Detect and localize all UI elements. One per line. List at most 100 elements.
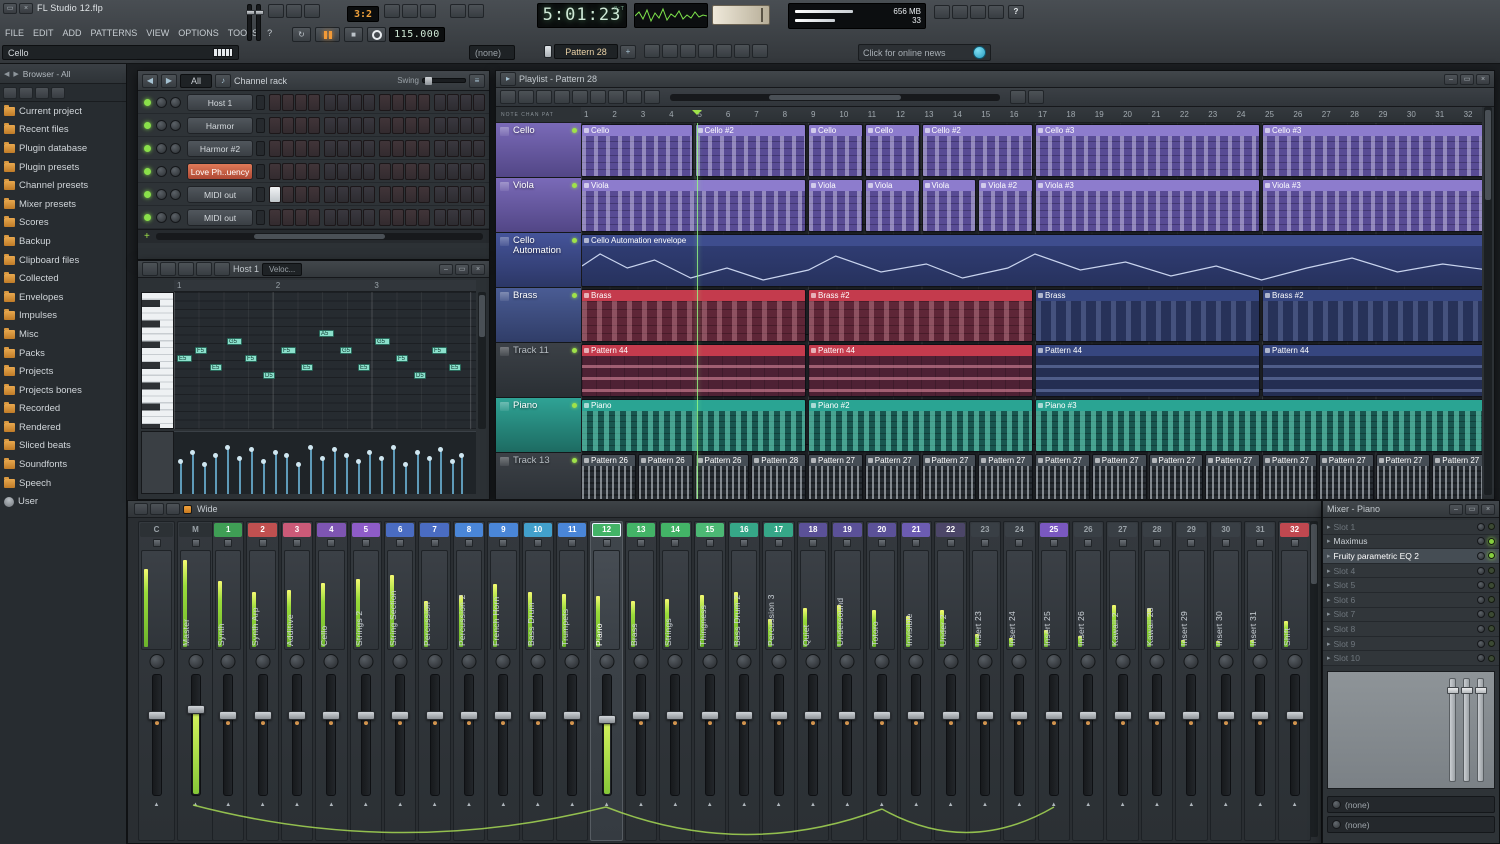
clip-viola[interactable]: Viola (922, 179, 977, 232)
piano-note[interactable]: F5 (396, 355, 408, 362)
mixer-strip-french-horn[interactable]: 9 French Horn ▲ (487, 521, 519, 841)
browser-item-backup[interactable]: Backup (0, 232, 126, 251)
strip-pan-knob[interactable] (840, 654, 855, 669)
browser-item-soundfonts[interactable]: Soundfonts (0, 455, 126, 474)
fader-handle[interactable] (838, 711, 856, 720)
strip-fader[interactable] (361, 674, 371, 796)
mixer-strip-c[interactable]: C ▲ (138, 521, 175, 841)
clip-menu-icon[interactable] (811, 128, 816, 133)
strip-fader[interactable] (567, 674, 577, 796)
clip-viola-2[interactable]: Viola #2 (978, 179, 1033, 232)
fader-handle[interactable] (598, 715, 616, 724)
clip-menu-icon[interactable] (584, 238, 589, 243)
step-cell[interactable] (447, 209, 459, 226)
slot-enable-led[interactable] (1488, 552, 1495, 559)
channel-enable-led[interactable] (144, 168, 151, 175)
slot-mix-knob[interactable] (1477, 552, 1485, 560)
slot-mix-knob[interactable] (1477, 537, 1485, 545)
mx-menu-icon[interactable] (134, 503, 148, 515)
strip-name-area[interactable]: Bass Drum (525, 550, 551, 650)
undo-history-icon[interactable] (934, 5, 950, 19)
strip-fader[interactable] (808, 674, 818, 796)
channel-pan-knob[interactable] (156, 143, 167, 154)
channel-button[interactable]: MIDI out (187, 186, 253, 203)
clip-menu-icon[interactable] (925, 183, 930, 188)
strip-name-area[interactable]: Thingness (697, 550, 723, 650)
strip-pan-knob[interactable] (324, 654, 339, 669)
clip-menu-icon[interactable] (1152, 458, 1157, 463)
mixer-tab[interactable]: 14 (661, 523, 689, 537)
track-mute-led[interactable] (572, 238, 577, 243)
fader-handle[interactable] (187, 705, 205, 714)
mixer-strip-quiet[interactable]: 18 Quiet ▲ (797, 521, 829, 841)
channel-pan-knob[interactable] (156, 189, 167, 200)
fader-handle[interactable] (563, 711, 581, 720)
strip-route-arrow[interactable]: ▲ (982, 802, 988, 808)
strip-name-area[interactable]: Cello (318, 550, 344, 650)
strip-fader[interactable] (670, 674, 680, 796)
strip-name-area[interactable]: Insert 30 (1213, 550, 1239, 650)
mx-detach-icon[interactable] (150, 503, 164, 515)
note-grid[interactable]: E5F5E5G5F5D5F5E5A5G5E5G5F5D5F5E5 (174, 292, 476, 429)
step-cell[interactable] (473, 117, 485, 134)
mixer-strip-undersound[interactable]: 19 Undersound ▲ (831, 521, 863, 841)
strip-route-arrow[interactable]: ▲ (1154, 802, 1160, 808)
fader-handle[interactable] (494, 711, 512, 720)
step-cell[interactable] (337, 209, 349, 226)
step-cell[interactable] (337, 186, 349, 203)
strip-name-area[interactable]: Totoro (869, 550, 895, 650)
mixer-tab[interactable]: 13 (627, 523, 655, 537)
strip-name-area[interactable]: Insert 31 (1247, 550, 1273, 650)
clip-menu-icon[interactable] (1095, 458, 1100, 463)
strip-pan-knob[interactable] (1081, 654, 1096, 669)
step-cell[interactable] (434, 117, 446, 134)
browser-add-icon[interactable] (3, 87, 17, 99)
track-mute-led[interactable] (572, 403, 577, 408)
strip-name-area[interactable]: Shift (1281, 550, 1307, 650)
mixer-tab[interactable]: 4 (317, 523, 345, 537)
step-cell[interactable] (460, 94, 472, 111)
clip-menu-icon[interactable] (1435, 458, 1440, 463)
mixer-tab[interactable]: 27 (1108, 523, 1136, 537)
strip-fader[interactable] (842, 674, 852, 796)
browser-item-plugin-database[interactable]: Plugin database (0, 139, 126, 158)
step-cell[interactable] (350, 117, 362, 134)
channel-volume-knob[interactable] (170, 97, 181, 108)
clip-menu-icon[interactable] (1038, 293, 1043, 298)
mixer-tab[interactable]: 7 (420, 523, 448, 537)
track-menu-icon[interactable] (500, 347, 509, 356)
mixer-tab[interactable]: 20 (868, 523, 896, 537)
velocity-stem[interactable] (393, 448, 395, 494)
slot-enable-led[interactable] (1488, 523, 1495, 530)
step-cell[interactable] (269, 209, 281, 226)
track-header-cello[interactable]: Cello (496, 123, 581, 178)
piano-note[interactable]: D5 (414, 372, 426, 379)
strip-route-arrow[interactable]: ▲ (638, 802, 644, 808)
fx-slot-5[interactable]: ▸ Slot 5 (1323, 578, 1499, 593)
fader-handle[interactable] (907, 711, 925, 720)
piano-keys[interactable] (141, 292, 174, 429)
mixer-strip-percussion-2[interactable]: 8 Percussion 2 ▲ (453, 521, 485, 841)
multilink-icon[interactable] (468, 4, 484, 18)
step-cell[interactable] (324, 117, 336, 134)
mixer-tab[interactable]: 29 (1177, 523, 1205, 537)
clip-menu-icon[interactable] (1265, 458, 1270, 463)
browser-item-clipboard-files[interactable]: Clipboard files (0, 251, 126, 270)
clip-pattern-27[interactable]: Pattern 27 (1149, 454, 1204, 499)
strip-route-arrow[interactable]: ▲ (741, 802, 747, 808)
slot-enable-led[interactable] (1488, 582, 1495, 589)
step-cell[interactable] (405, 94, 417, 111)
playlist-titlebar[interactable]: ▸ Playlist - Pattern 28 – ▭ × (496, 71, 1494, 88)
mixer-strip-bass-drum-2[interactable]: 16 Bass Drum 2 ▲ (728, 521, 760, 841)
step-cell[interactable] (434, 94, 446, 111)
mixer-tab[interactable]: 9 (489, 523, 517, 537)
mixer-tab[interactable]: 11 (558, 523, 586, 537)
strip-pan-knob[interactable] (702, 654, 717, 669)
strip-fader[interactable] (292, 674, 302, 796)
clip-menu-icon[interactable] (811, 348, 816, 353)
maximize-icon[interactable]: ▭ (3, 3, 17, 14)
overdub-icon[interactable] (384, 4, 400, 18)
metronome-icon[interactable] (286, 4, 302, 18)
pl-mute-icon[interactable] (590, 90, 606, 104)
fader-handle[interactable] (288, 711, 306, 720)
